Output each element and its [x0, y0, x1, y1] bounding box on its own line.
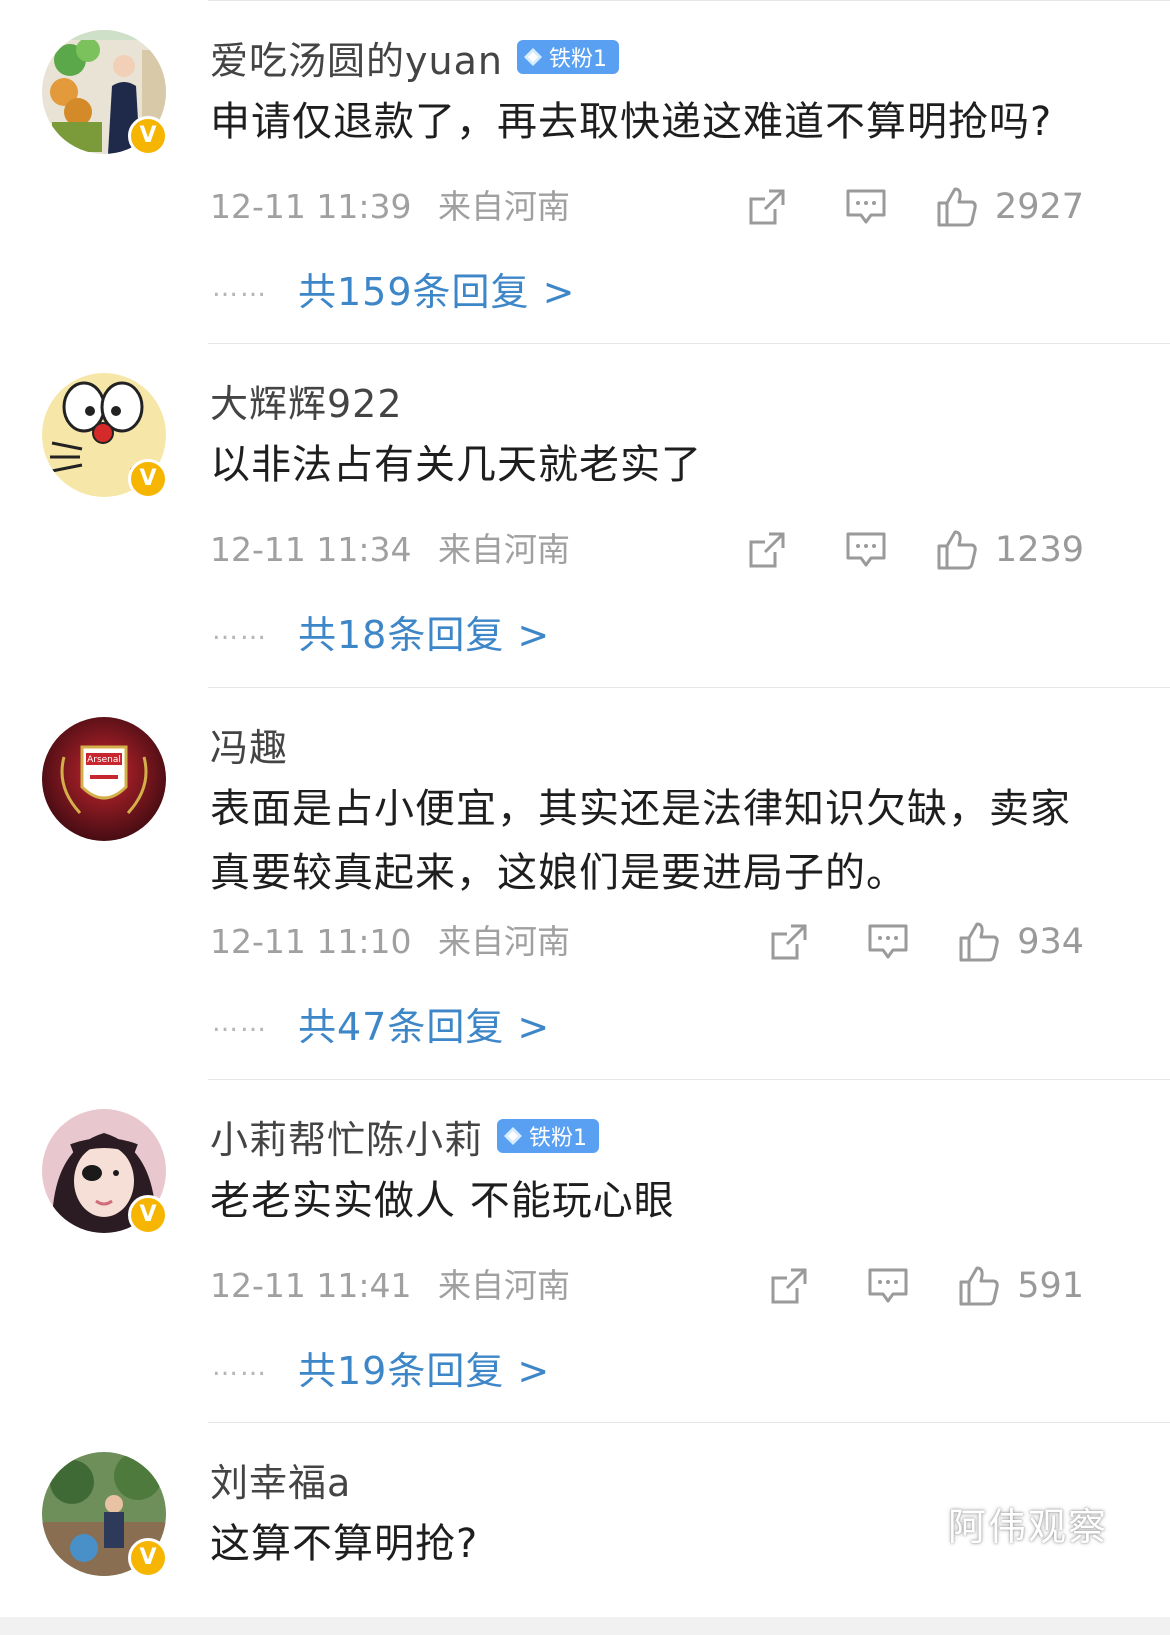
comment-icon — [846, 189, 886, 224]
thumbs-up-icon — [959, 1266, 999, 1306]
comment-icon — [846, 532, 886, 567]
username[interactable]: 爱吃汤圆的yuan — [210, 30, 503, 85]
comment-icon — [868, 924, 908, 959]
share-icon — [749, 532, 785, 568]
verified-icon: V — [128, 1538, 168, 1578]
username[interactable]: 大辉辉922 — [210, 373, 403, 428]
verified-icon: V — [128, 1195, 168, 1235]
share-icon — [771, 1268, 807, 1304]
comment-meta: 12-11 11:41 来自河南 — [210, 1261, 570, 1311]
view-replies-link[interactable]: 共18条回复 > — [298, 604, 550, 659]
username[interactable]: 刘幸福a — [210, 1452, 351, 1507]
like-button[interactable]: 2927 — [935, 185, 1084, 229]
divider — [208, 343, 1170, 344]
avatar[interactable]: V — [42, 1109, 168, 1235]
share-icon — [771, 924, 807, 960]
comment-button[interactable] — [845, 530, 887, 570]
like-count: 934 — [1017, 922, 1084, 962]
diamond-icon — [523, 48, 542, 66]
fan-badge-label: 铁粉1 — [529, 1126, 588, 1151]
username[interactable]: 小莉帮忙陈小莉 — [210, 1109, 483, 1164]
avatar[interactable]: Arsenal — [42, 717, 166, 841]
diamond-icon — [504, 1127, 523, 1145]
thumbs-up-icon — [937, 530, 977, 570]
like-count: 2927 — [994, 187, 1084, 227]
comment-icon — [868, 1268, 908, 1303]
location: 来自河南 — [437, 1266, 570, 1305]
comment-meta: 12-11 11:10 来自河南 — [210, 917, 570, 967]
svg-text:Arsenal: Arsenal — [87, 755, 121, 765]
timestamp: 12-11 11:10 — [210, 922, 412, 961]
comment-button[interactable] — [867, 922, 909, 962]
like-button[interactable]: 591 — [957, 1264, 1084, 1308]
divider — [208, 0, 1170, 1]
location: 来自河南 — [437, 187, 570, 226]
view-replies-link[interactable]: 共19条回复 > — [298, 1340, 550, 1395]
comment-text: 老老实实做人 不能玩心眼 — [210, 1178, 675, 1224]
fan-badge[interactable]: 铁粉1 — [516, 40, 619, 74]
share-button[interactable] — [769, 922, 809, 962]
divider — [208, 1422, 1170, 1423]
avatar[interactable]: V — [42, 373, 168, 499]
username[interactable]: 冯趣 — [210, 717, 288, 772]
thumbs-up-icon — [959, 922, 999, 962]
timestamp: 12-11 11:34 — [210, 530, 412, 569]
comment-text: 表面是占小便宜，其实还是法律知识欠缺，卖家真要较真起来，这娘们是要进局子的。 — [210, 786, 1071, 896]
fan-badge-label: 铁粉1 — [548, 47, 607, 72]
bottom-edge — [0, 1617, 1170, 1635]
like-count: 1239 — [994, 530, 1084, 570]
like-button[interactable]: 1239 — [935, 528, 1084, 572]
timestamp: 12-11 11:39 — [210, 187, 412, 226]
avatar[interactable]: V — [42, 1452, 168, 1578]
comment-meta: 12-11 11:34 来自河南 — [210, 525, 570, 575]
share-button[interactable] — [747, 187, 787, 227]
divider — [208, 1079, 1170, 1080]
comment-text: 申请仅退款了，再去取快递这难道不算明抢吗? — [210, 99, 1053, 145]
reply-dots: …… — [212, 1352, 268, 1382]
comment-button[interactable] — [845, 187, 887, 227]
view-replies-link[interactable]: 共159条回复 > — [298, 261, 575, 316]
comment-button[interactable] — [867, 1266, 909, 1306]
reply-dots: …… — [212, 616, 268, 646]
share-button[interactable] — [747, 530, 787, 570]
share-button[interactable] — [769, 1266, 809, 1306]
reply-dots: …… — [212, 1008, 268, 1038]
fan-badge[interactable]: 铁粉1 — [497, 1119, 600, 1153]
reply-dots: …… — [212, 273, 268, 303]
thumbs-up-icon — [937, 187, 977, 227]
like-count: 591 — [1017, 1266, 1084, 1306]
share-icon — [749, 189, 785, 225]
watermark: 阿伟观察 — [947, 1505, 1108, 1549]
location: 来自河南 — [437, 922, 570, 961]
timestamp: 12-11 11:41 — [210, 1266, 412, 1305]
comment-meta: 12-11 11:39 来自河南 — [210, 182, 570, 232]
avatar[interactable]: V — [42, 30, 168, 156]
comment-text: 以非法占有关几天就老实了 — [210, 442, 702, 488]
verified-icon: V — [128, 116, 168, 156]
location: 来自河南 — [437, 530, 570, 569]
like-button[interactable]: 934 — [957, 920, 1084, 964]
view-replies-link[interactable]: 共47条回复 > — [298, 996, 550, 1051]
divider — [208, 687, 1170, 688]
verified-icon: V — [128, 459, 168, 499]
